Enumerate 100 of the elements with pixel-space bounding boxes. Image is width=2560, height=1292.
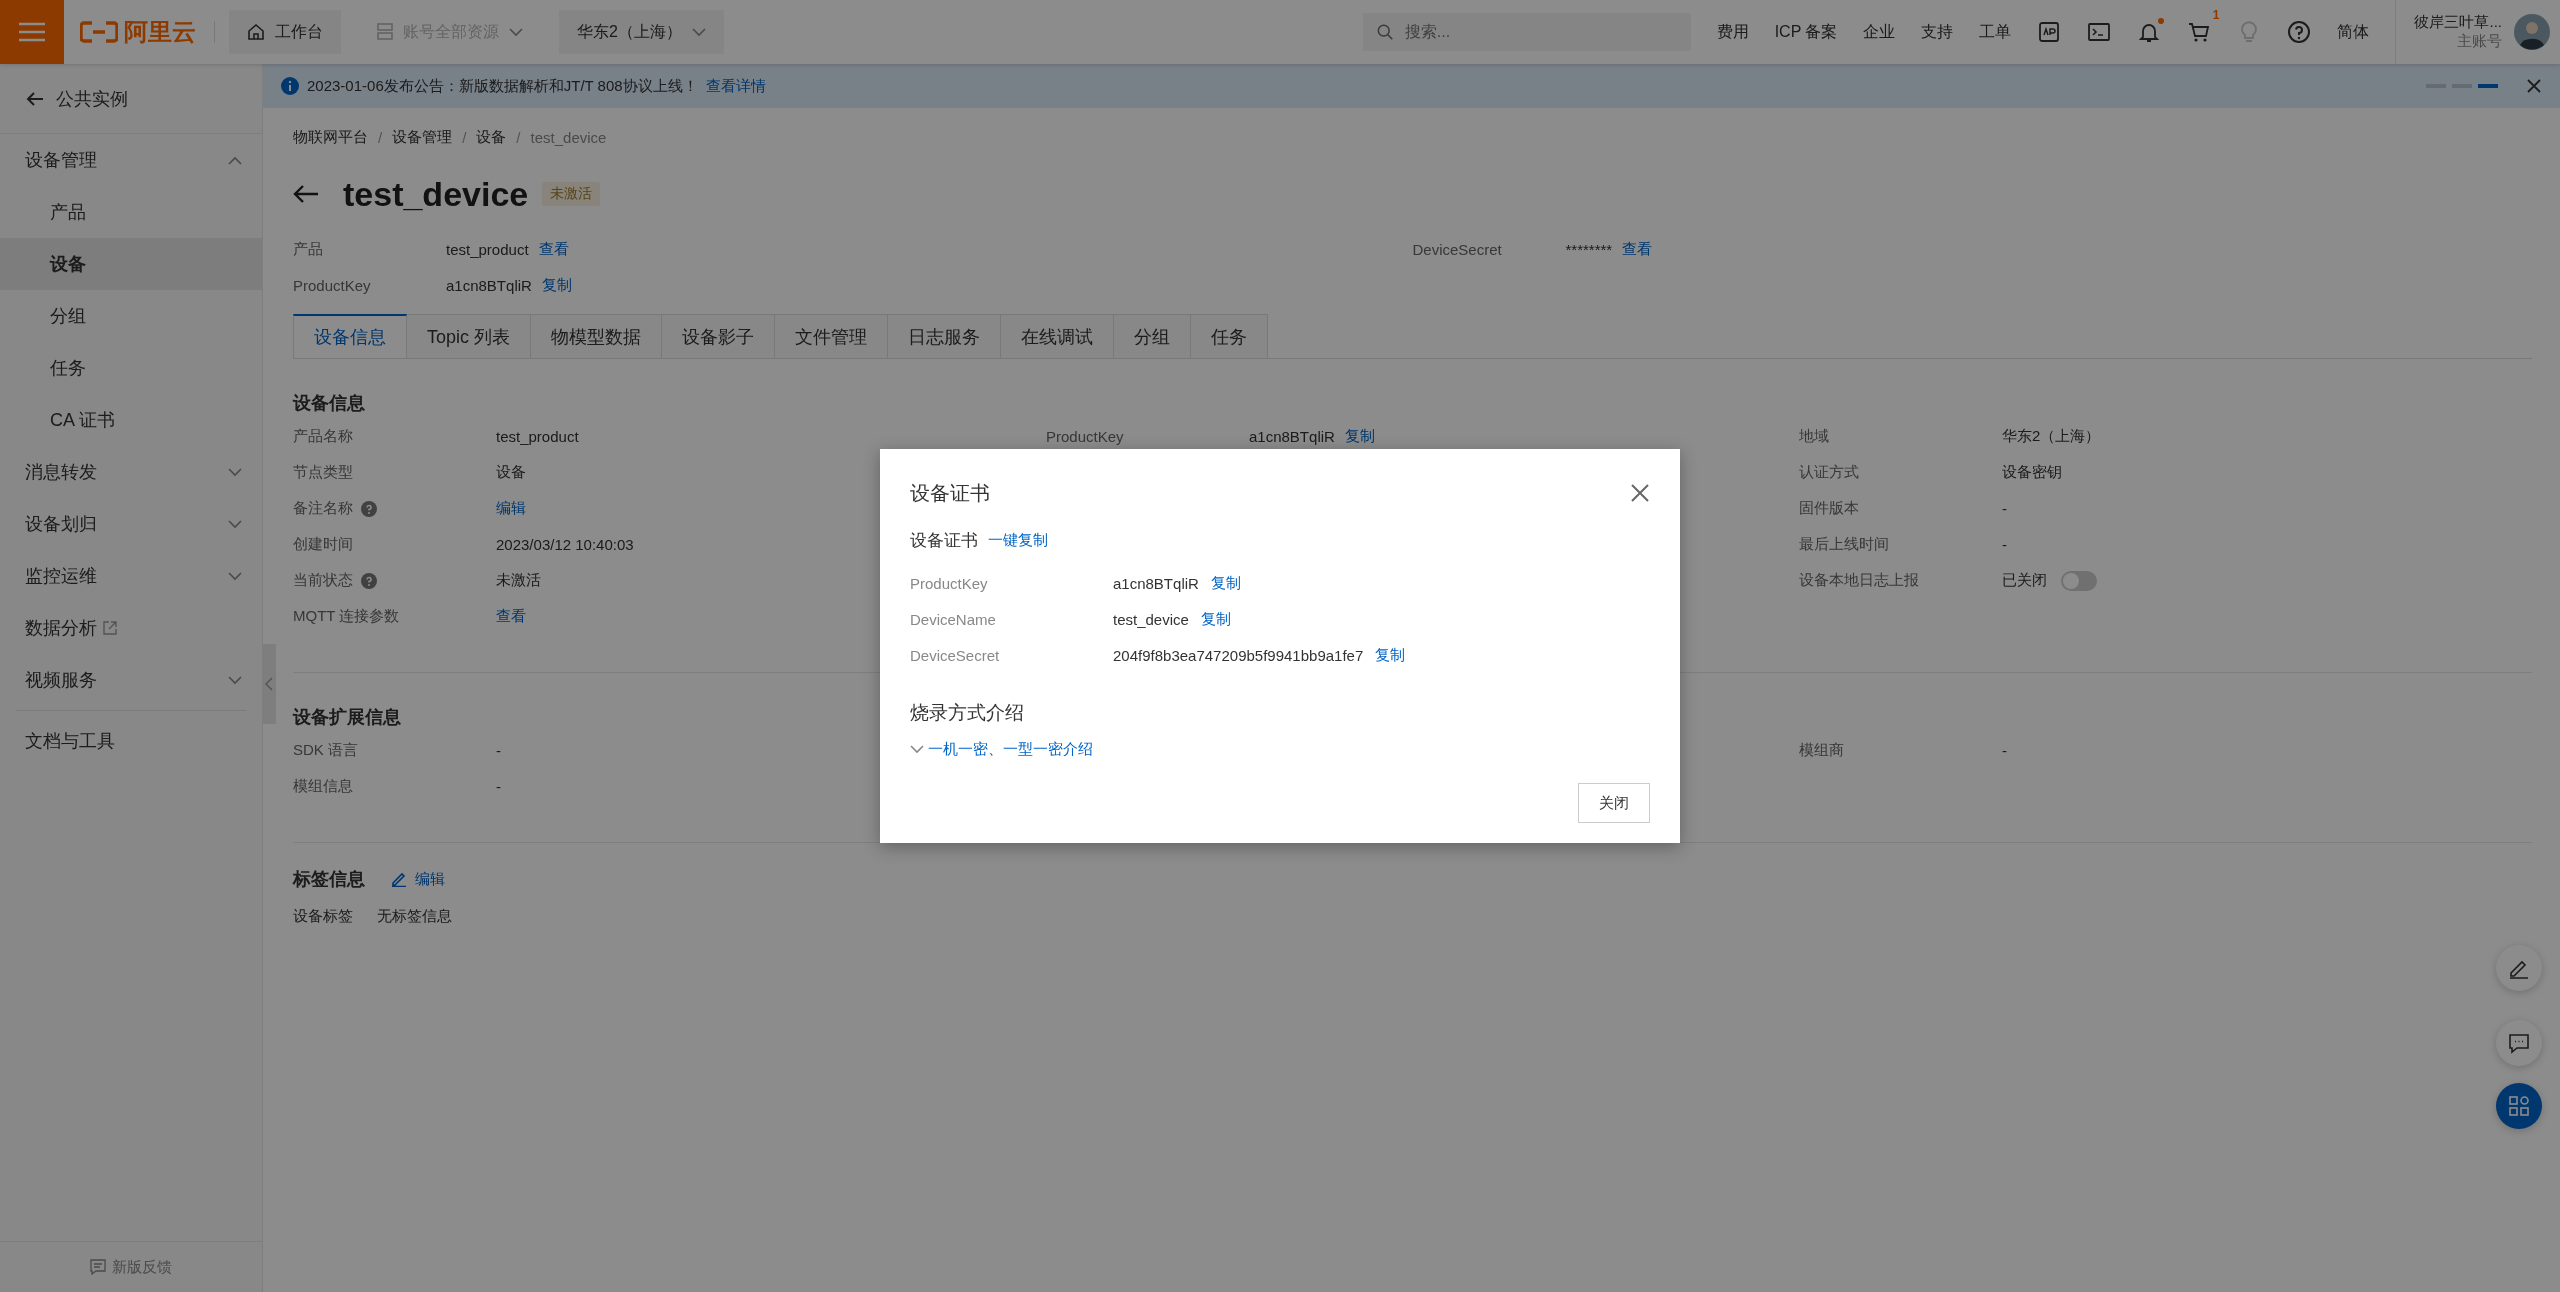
breadcrumb-link[interactable]: 物联网平台 [293,127,368,147]
edit-icon[interactable] [2496,945,2542,991]
field-label: ProductKey [293,276,372,294]
close-icon[interactable] [1630,483,1650,503]
field-label: 产品 [293,239,324,259]
chevron-down-icon[interactable] [910,745,924,754]
copy-link[interactable]: 复制 [1344,427,1375,446]
copy-link[interactable]: 复制 [1375,645,1406,665]
copy-all-link[interactable]: 一键复制 [988,531,1048,550]
close-button[interactable]: 关闭 [1578,783,1650,823]
expand-link[interactable]: 一机一密、一型一密介绍 [910,740,1650,759]
toggle-switch[interactable] [2061,570,2097,591]
apps-icon[interactable] [2496,1083,2542,1129]
tab[interactable]: Topic 列表 [407,314,532,358]
tab[interactable]: 日志服务 [888,314,1002,358]
collapse-handle[interactable] [262,644,276,724]
help-icon[interactable] [2287,20,2312,44]
tab[interactable]: 设备信息 [293,314,407,358]
workbench-button[interactable]: 工作台 [229,10,341,54]
nav-link[interactable]: 工单 [1979,21,2012,43]
back-link[interactable]: 公共实例 [0,64,262,134]
nav-item[interactable]: 任务 [0,342,262,394]
search-input[interactable]: 搜索... [1402,22,1677,42]
feedback-icon [90,1259,106,1275]
terminal-icon[interactable] [2087,20,2112,44]
nav-link[interactable]: 费用 [1716,21,1749,43]
feedback-link[interactable]: 新版反馈 [112,1257,172,1277]
field-value: 设备 [496,463,526,482]
tab[interactable]: 文件管理 [775,314,889,358]
info-icon [281,77,299,95]
bell-icon[interactable] [2137,20,2162,44]
nav-group[interactable]: 文档与工具 [25,729,115,753]
search-field[interactable]: 搜索... [1362,13,1691,51]
action-link[interactable]: 查看 [1622,239,1653,259]
tab[interactable]: 分组 [1114,314,1192,358]
chevron-down-icon[interactable] [228,519,242,529]
field-label: ProductKey [1046,428,1124,445]
action-link[interactable]: 复制 [541,275,572,295]
tab[interactable]: 在线调试 [1001,314,1115,358]
field-value: 无标签信息 [377,907,452,926]
field-value: - [496,778,501,795]
action-link[interactable]: 查看 [538,239,569,259]
field-value: 已关闭 [2002,571,2047,590]
field-link[interactable]: 查看 [496,607,526,626]
nav-group[interactable]: 设备管理 [25,148,97,172]
nav-link[interactable]: ICP 备案 [1774,21,1838,43]
chevron-down-icon[interactable] [691,27,706,37]
nav-item[interactable]: 设备 [0,238,262,290]
nav-group[interactable]: 消息转发 [25,460,97,484]
avatar[interactable] [2514,14,2550,50]
field-link[interactable]: 编辑 [496,499,526,518]
tab[interactable]: 任务 [1191,314,1269,358]
menu-icon[interactable] [0,0,64,64]
field-label: DeviceName [910,610,997,628]
field-label: SDK 语言 [293,741,358,760]
nav-link[interactable]: 企业 [1863,21,1896,43]
tab[interactable]: 物模型数据 [531,314,663,358]
chevron-down-icon[interactable] [228,675,242,685]
nav-item[interactable]: 产品 [0,186,262,238]
breadcrumb-link[interactable]: 设备 [476,127,507,147]
nav-item[interactable]: 分组 [0,290,262,342]
region-dropdown[interactable]: 华东2（上海） [559,10,724,54]
nav-group[interactable]: 视频服务 [25,668,97,692]
field-label: 节点类型 [293,463,353,482]
nav-group[interactable]: 数据分析 [25,616,97,640]
announcement-text: 2023-01-06发布公告：新版数据解析和JT/T 808协议上线！ [307,76,698,96]
breadcrumb-separator: / [516,128,521,146]
nav-link[interactable]: 支持 [1921,21,1954,43]
nav-item[interactable]: CA 证书 [0,394,262,446]
logo-icon [80,21,118,43]
chevron-up-icon[interactable] [228,155,242,165]
details-link[interactable]: 查看详情 [705,76,766,96]
user-name[interactable]: 彼岸三叶草... [2414,13,2502,32]
section-title: 烧录方式介绍 [910,701,1025,725]
field-label: 设备标签 [293,907,353,926]
chevron-down-icon[interactable] [228,571,242,581]
home-icon [247,23,265,41]
chevron-down-icon[interactable] [228,467,242,477]
nav-group[interactable]: 设备划归 [25,512,97,536]
language-link[interactable]: 简体 [2337,21,2370,43]
field-label: 创建时间 [293,535,353,554]
breadcrumb-link[interactable]: 设备管理 [392,127,453,147]
external-link-icon [103,621,117,635]
chat-icon[interactable] [2496,1020,2542,1066]
edit-link[interactable]: 编辑 [391,869,445,889]
tab[interactable]: 设备影子 [662,314,776,358]
copy-link[interactable]: 复制 [1200,609,1231,629]
help-icon[interactable] [361,572,377,589]
back-icon[interactable] [293,184,319,204]
field-value: 2023/03/12 10:40:03 [496,536,634,553]
nav-group[interactable]: 监控运维 [25,564,97,588]
field-label: 产品名称 [293,427,353,446]
field-value: - [2002,536,2007,553]
close-icon[interactable] [2526,78,2542,94]
app-icon[interactable] [2037,20,2062,44]
help-icon[interactable] [361,500,377,517]
field-label: 当前状态 [293,571,353,590]
field-label: 认证方式 [1799,463,1859,482]
breadcrumb-separator: / [462,128,467,146]
copy-link[interactable]: 复制 [1210,573,1241,593]
